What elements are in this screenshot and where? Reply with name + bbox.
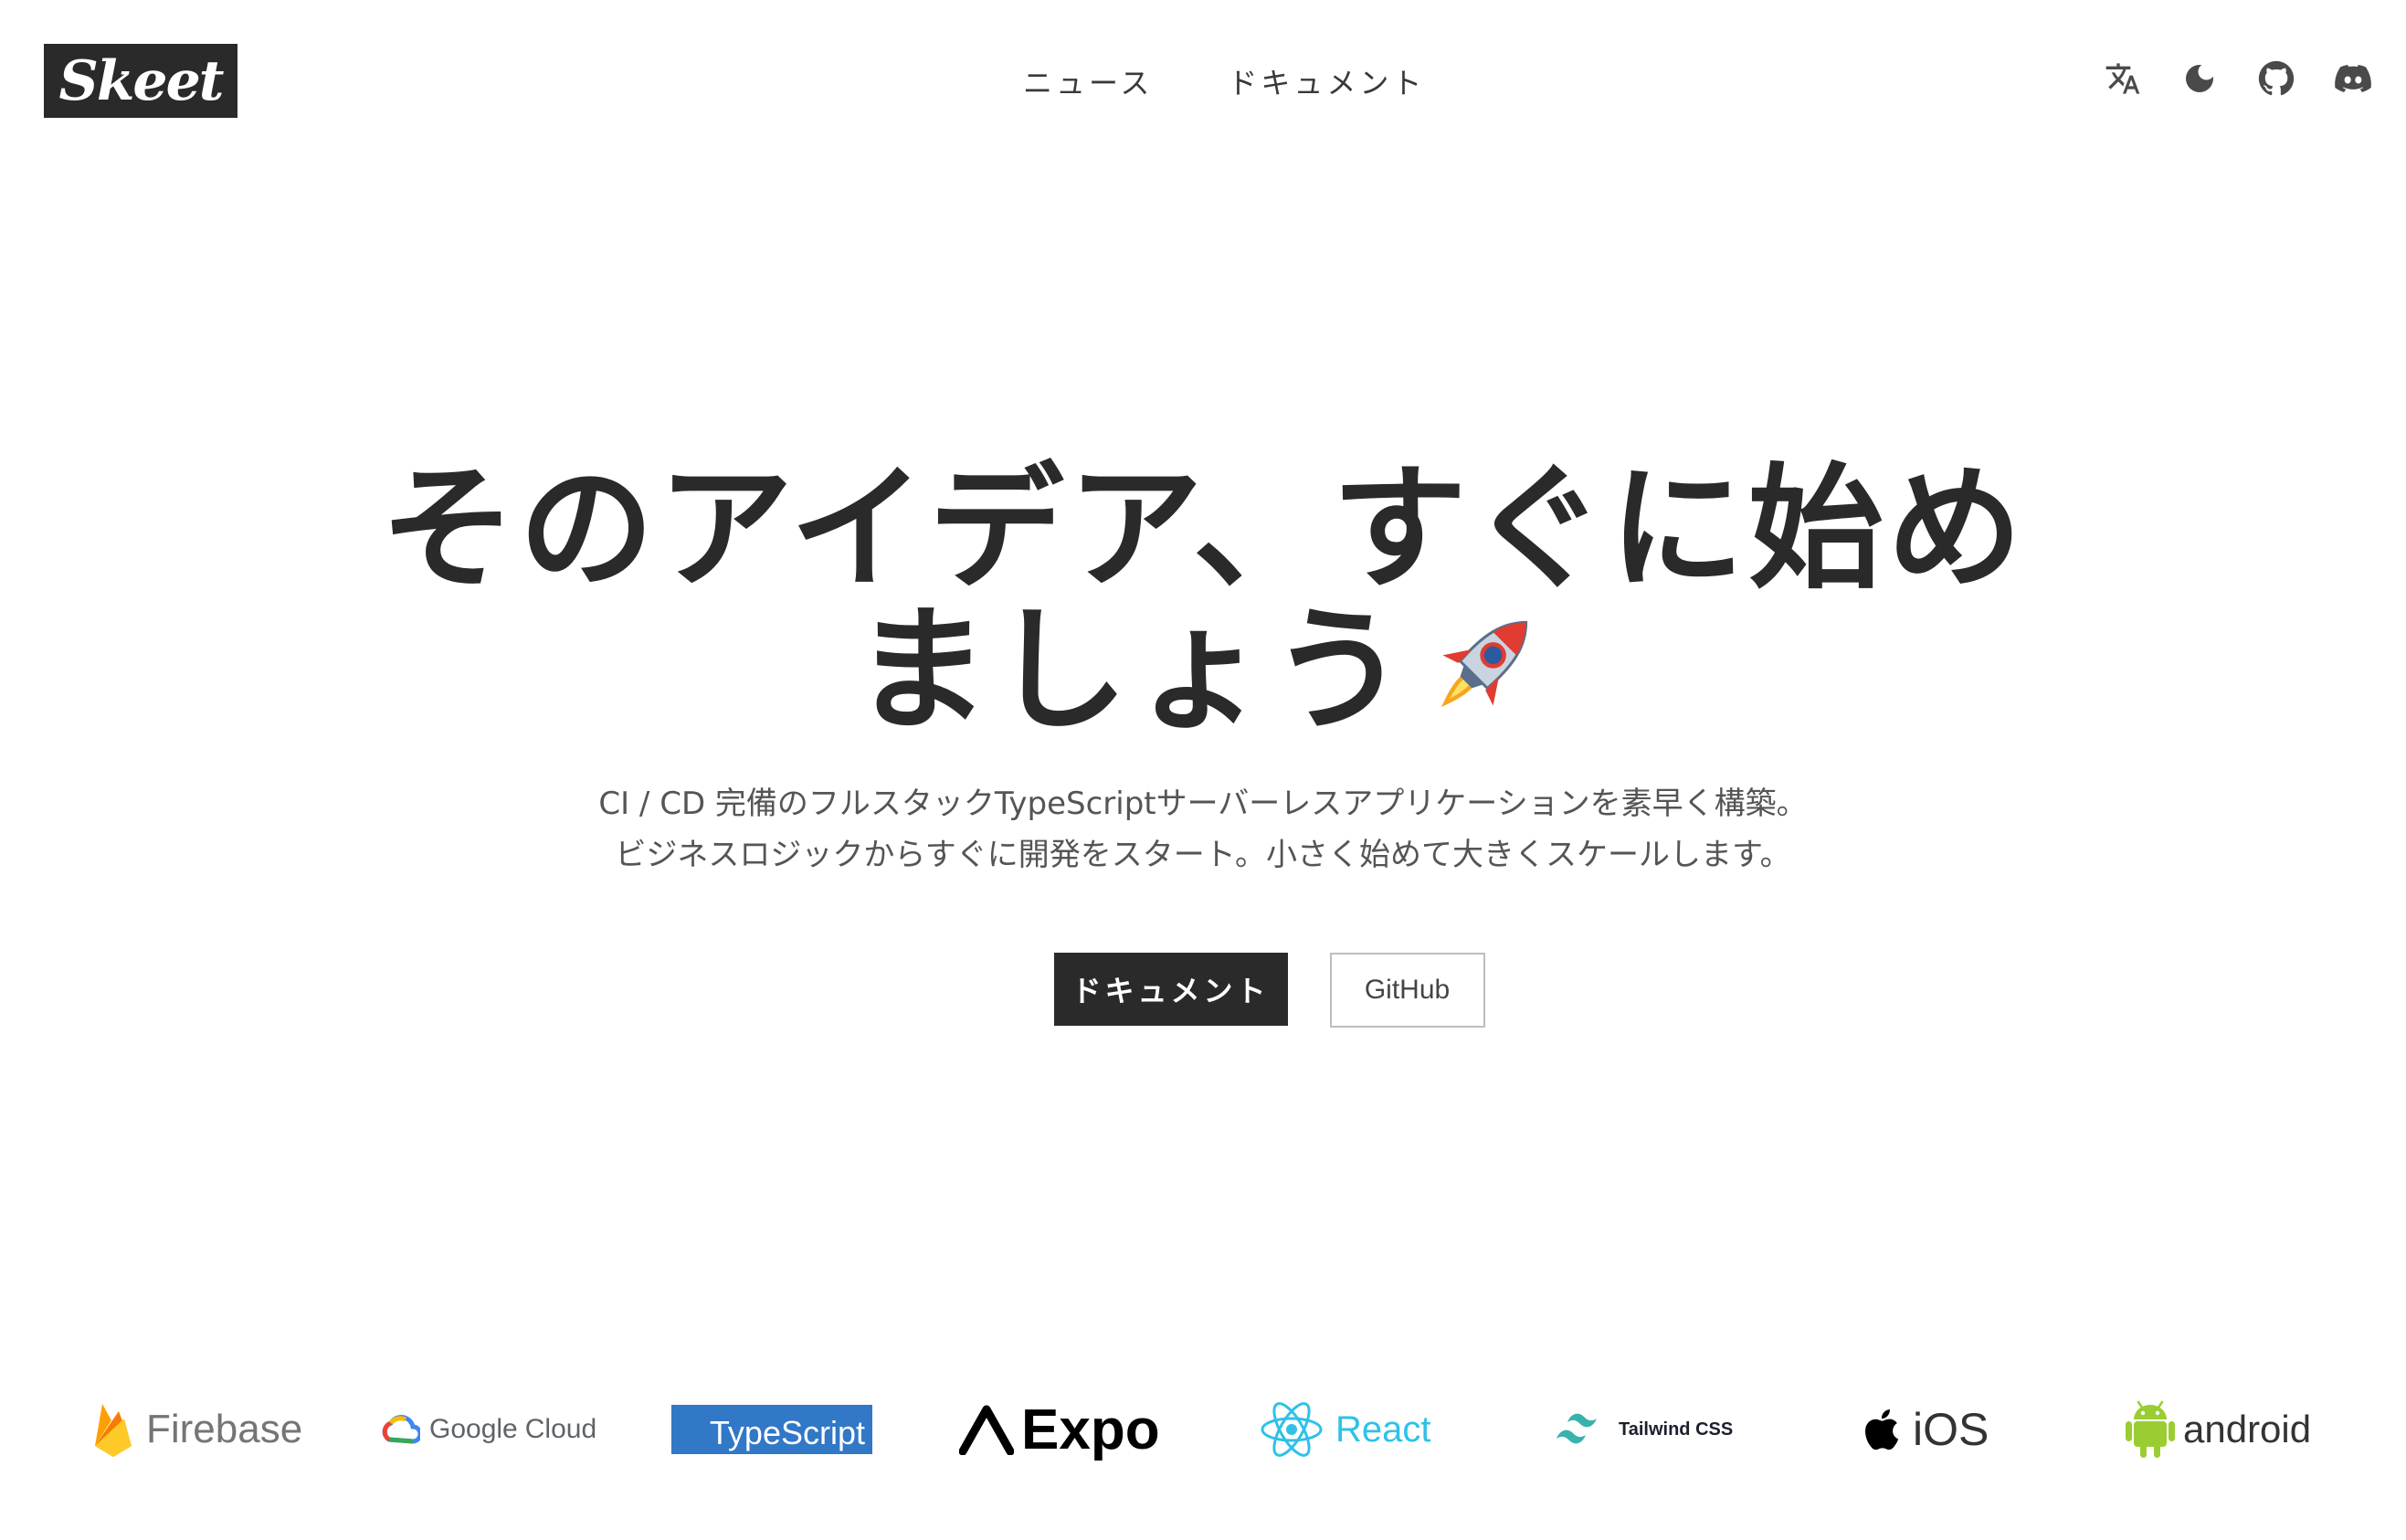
hero-title-text: ましょう [854,592,1409,749]
tailwind-logo: Tailwind CSS [1553,1388,1733,1471]
google-cloud-google-label: Google [429,1414,518,1444]
header-tools [2103,58,2373,99]
firebase-flame-icon [95,1404,132,1457]
expo-label: Expo [1021,1398,1160,1461]
tech-logos-row: Firebase Google Cloud TypeScript Expo Re… [0,1388,2406,1471]
site-header: Skeet ニュース ドキュメント [0,0,2406,164]
tailwind-label: Tailwind CSS [1619,1419,1734,1440]
react-logo: React [1259,1388,1431,1471]
discord-icon[interactable] [2333,58,2373,99]
main-nav: ニュース ドキュメント [1023,60,1425,102]
android-label: android [2183,1408,2312,1450]
github-button[interactable]: GitHub [1329,953,1485,1028]
hero-buttons: ドキュメント GitHub [0,953,2406,1028]
react-label: React [1335,1408,1431,1450]
tailwind-wave-icon [1557,1413,1597,1444]
nav-news-link[interactable]: ニュース [1023,60,1153,102]
rocket-icon [1440,620,1528,708]
google-cloud-icon [382,1415,420,1444]
moon-icon[interactable] [2179,58,2220,99]
typescript-logo: TypeScript [671,1388,872,1471]
expo-logo: Expo [959,1388,1160,1471]
nav-docs-link[interactable]: ドキュメント [1228,60,1425,102]
google-cloud-cloud-label: Cloud [524,1414,597,1444]
skeet-logo[interactable]: Skeet [44,44,237,118]
firebase-logo: Firebase [91,1388,302,1471]
hero-subtitle-line-2: ビジネスロジックからすぐに開発をスタート。小さく始めて大きくスケールします。 [615,837,1791,873]
hero-title-line-1: そのアイデア、すぐに始め [380,450,2026,607]
hero-subtitle: CI / CD 完備のフルスタックTypeScriptサーバーレスアプリケーショ… [290,778,2116,881]
google-cloud-logo: Google Cloud [382,1388,596,1471]
expo-icon [959,1405,1014,1455]
docs-button[interactable]: ドキュメント [1053,953,1288,1026]
firebase-label: Firebase [146,1407,303,1451]
hero-title-line-2: ましょう [290,596,2116,738]
react-atom-icon [1261,1402,1323,1457]
android-logo: android [2125,1388,2311,1471]
hero-title: そのアイデア、すぐに始め ましょう [290,461,2116,738]
typescript-badge: TypeScript [671,1405,872,1454]
hero-subtitle-line-1: CI / CD 完備のフルスタックTypeScriptサーバーレスアプリケーショ… [598,786,1808,822]
ios-logo: iOS [1860,1388,1989,1471]
android-robot-icon [2126,1400,2175,1458]
typescript-label: TypeScript [709,1414,865,1451]
ios-label: iOS [1913,1404,1989,1455]
github-icon[interactable] [2256,58,2296,99]
translate-icon[interactable] [2103,58,2143,99]
apple-icon [1865,1409,1899,1450]
